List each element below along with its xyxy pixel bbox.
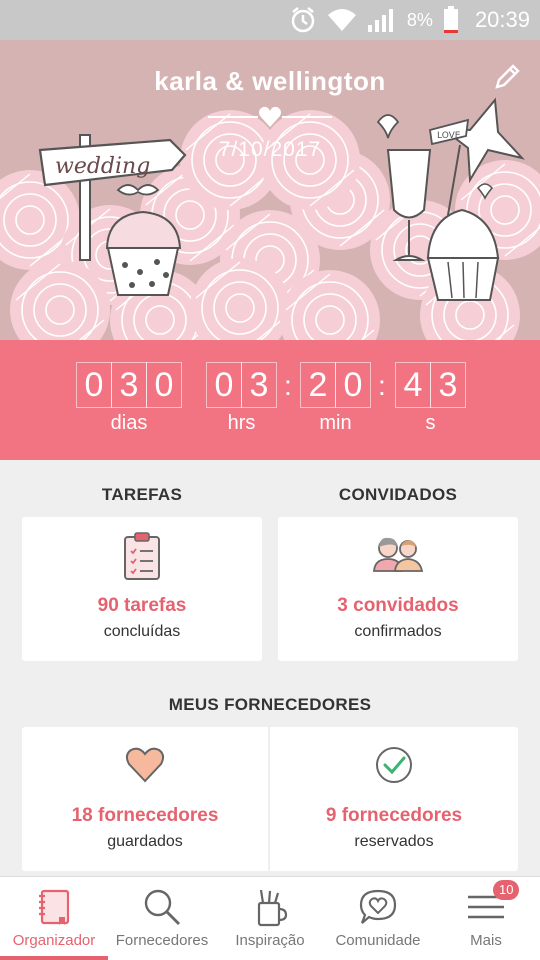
search-icon bbox=[144, 889, 180, 925]
colon-separator: : bbox=[378, 370, 386, 401]
guests-card[interactable]: 3 convidados confirmados bbox=[278, 517, 518, 661]
nav-fornecedores[interactable]: Fornecedores bbox=[108, 877, 216, 960]
nav-label: Inspiração bbox=[235, 932, 305, 949]
colon-separator: : bbox=[284, 370, 292, 401]
clipboard-checklist-icon bbox=[124, 532, 160, 580]
wedding-countdown: 0 3 0 dias 0 3 hrs : 2 0 min : 4 3 s bbox=[0, 340, 540, 460]
battery-percent: 8% bbox=[406, 9, 433, 30]
nav-organizador[interactable]: Organizador bbox=[0, 877, 108, 960]
minutes-digit-1: 2 bbox=[300, 362, 336, 408]
notification-badge: 10 bbox=[493, 880, 520, 900]
guests-sub: confirmados bbox=[354, 623, 442, 640]
days-digit-3: 0 bbox=[146, 362, 182, 408]
saved-vendors-sub: guardados bbox=[107, 833, 183, 850]
pencil-cup-icon bbox=[257, 889, 288, 927]
tasks-title: TAREFAS bbox=[101, 485, 183, 504]
heart-icon bbox=[259, 106, 281, 127]
signal-icon bbox=[367, 9, 393, 32]
saved-vendors-count: 18 fornecedores bbox=[71, 805, 219, 826]
cupcake-left bbox=[105, 210, 182, 296]
guests-title: CONVIDADOS bbox=[338, 485, 458, 504]
nav-mais[interactable]: 10 Mais bbox=[432, 877, 540, 960]
nav-inspiracao[interactable]: Inspiração bbox=[216, 877, 324, 960]
days-digit-2: 3 bbox=[111, 362, 147, 408]
alarm-icon bbox=[291, 7, 315, 33]
booked-vendors-card[interactable]: 9 fornecedores reservados bbox=[270, 727, 518, 871]
seconds-digit-1: 4 bbox=[395, 362, 431, 408]
booked-vendors-count: 9 fornecedores bbox=[325, 805, 463, 826]
wifi-icon bbox=[327, 9, 356, 31]
vendors-title: MEUS FORNECEDORES bbox=[168, 695, 372, 714]
heart-divider bbox=[208, 106, 332, 130]
wedding-hero: wedding LOVE karla & wellington 7/10/201… bbox=[0, 40, 540, 340]
tasks-card[interactable]: 90 tarefas concluídas bbox=[22, 517, 262, 661]
couple-names: karla & wellington bbox=[154, 66, 386, 96]
couple-guests-icon bbox=[373, 537, 424, 572]
notebook-icon bbox=[39, 889, 70, 925]
days-digit-1: 0 bbox=[76, 362, 112, 408]
nav-label: Comunidade bbox=[335, 932, 421, 949]
seconds-label: s bbox=[425, 412, 436, 434]
minutes-label: min bbox=[319, 412, 352, 434]
guests-count: 3 convidados bbox=[337, 595, 459, 616]
countdown-hours: 0 3 bbox=[206, 362, 277, 408]
status-bar: 8% 20:39 bbox=[0, 0, 540, 40]
hours-digit-1: 0 bbox=[206, 362, 242, 408]
saved-vendors-card[interactable]: 18 fornecedores guardados bbox=[22, 727, 268, 871]
heart-icon bbox=[125, 747, 165, 783]
bottom-navigation: Organizador Fornecedores Inspiração Comu… bbox=[0, 876, 540, 960]
seconds-digit-2: 3 bbox=[430, 362, 466, 408]
days-label: dias bbox=[110, 412, 148, 434]
countdown-minutes: 2 0 bbox=[300, 362, 371, 408]
booked-vendors-sub: reservados bbox=[354, 833, 434, 850]
hours-label: hrs bbox=[227, 412, 256, 434]
minutes-digit-2: 0 bbox=[335, 362, 371, 408]
nav-comunidade[interactable]: Comunidade bbox=[324, 877, 432, 960]
tasks-count: 90 tarefas bbox=[97, 595, 187, 616]
chat-heart-icon bbox=[359, 889, 397, 924]
countdown-seconds: 4 3 bbox=[395, 362, 466, 408]
nav-label: Organizador bbox=[12, 932, 96, 949]
nav-label: Fornecedores bbox=[115, 932, 209, 949]
nav-label: Mais bbox=[470, 932, 502, 949]
edit-pencil-icon[interactable] bbox=[492, 62, 522, 92]
check-circle-icon bbox=[376, 747, 412, 783]
wedding-date: 7/10/2017 bbox=[218, 138, 322, 161]
tasks-sub: concluídas bbox=[103, 623, 181, 640]
clock: 20:39 bbox=[474, 7, 530, 32]
battery-icon bbox=[443, 6, 458, 33]
countdown-days: 0 3 0 bbox=[76, 362, 182, 408]
hours-digit-2: 3 bbox=[241, 362, 277, 408]
